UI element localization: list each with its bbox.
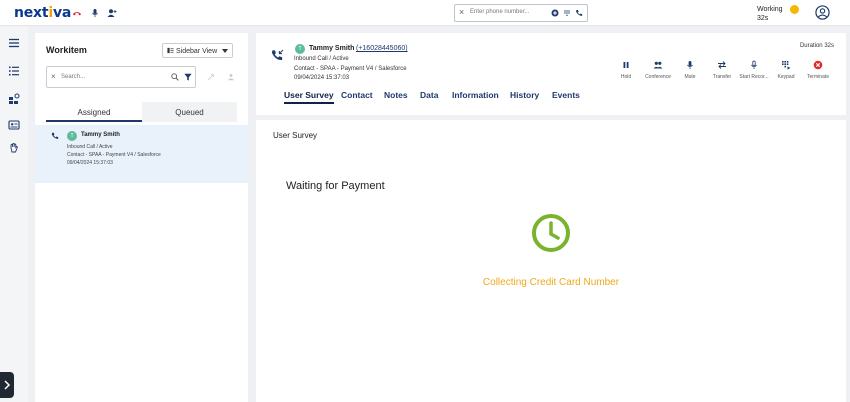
transfer-button[interactable]: Transfer	[705, 60, 739, 80]
tab-contact[interactable]: Contact	[341, 90, 373, 100]
transfer-label: Transfer	[712, 74, 732, 80]
tab-user-survey[interactable]: User Survey	[284, 90, 334, 104]
agent-status[interactable]: Working 32s	[757, 5, 783, 23]
inbound-call-icon	[271, 49, 284, 61]
workitem-list-item[interactable]: T Tammy Smith Inbound Call / Active Cont…	[35, 125, 248, 183]
user-survey-panel: User Survey Waiting for Payment Collecti…	[256, 120, 846, 402]
chevron-down-icon	[222, 49, 228, 53]
mute-button[interactable]: Mute	[673, 60, 707, 80]
tab-queued[interactable]: Queued	[142, 102, 237, 122]
conference-label: Conference	[645, 74, 671, 80]
microphone-icon[interactable]	[90, 8, 100, 18]
view-select[interactable]: Sidebar View	[162, 43, 233, 58]
workitem-search-input[interactable]: × Search...	[46, 66, 196, 88]
user-profile-icon[interactable]	[815, 5, 830, 20]
keypad-label: Keypad	[777, 74, 795, 80]
clock-icon	[532, 214, 570, 252]
status-label: Working	[757, 6, 783, 13]
microphone-icon	[687, 61, 693, 69]
clear-search-icon[interactable]: ×	[51, 72, 56, 81]
transfer-icon	[718, 61, 726, 69]
menu-icon[interactable]	[8, 37, 20, 49]
nextiva-logo[interactable]: nextiva	[14, 5, 71, 21]
call-status: Inbound Call / Active	[294, 56, 349, 62]
record-icon	[751, 60, 757, 69]
add-circle-icon[interactable]	[551, 9, 559, 17]
hand-icon[interactable]	[8, 142, 20, 154]
contact-card-icon[interactable]	[8, 119, 20, 131]
tab-assigned[interactable]: Assigned	[46, 102, 142, 122]
pick-up-icon[interactable]	[207, 73, 215, 81]
avatar: T	[67, 131, 77, 141]
list-icon[interactable]	[8, 65, 20, 77]
caller-phone-link[interactable]: (+16028445060)	[356, 45, 408, 52]
status-timer: 32s	[757, 15, 769, 22]
terminate-button[interactable]: Terminate	[801, 60, 835, 80]
survey-title: User Survey	[273, 131, 318, 140]
waiting-message: Waiting for Payment	[286, 180, 385, 192]
avatar: T	[295, 44, 305, 54]
keypad-button[interactable]: Keypad	[769, 60, 803, 80]
caller-name: Tammy Smith	[81, 132, 120, 138]
dialpad-icon[interactable]	[563, 9, 571, 17]
keypad-icon	[782, 61, 791, 70]
start-recording-button[interactable]: Start Recor...	[737, 60, 771, 80]
expand-rail-button[interactable]	[0, 372, 14, 398]
call-duration: Duration 32s	[799, 43, 834, 49]
hold-button[interactable]: Hold	[609, 60, 643, 80]
clear-icon[interactable]: ×	[459, 7, 464, 17]
tab-data[interactable]: Data	[420, 90, 438, 100]
campaign-info: Contact - SPAA - Payment V4 / Salesforce	[294, 66, 407, 72]
campaign-info: Contact - SPAA - Payment V4 / Salesforce	[67, 152, 161, 158]
view-select-value: Sidebar View	[176, 48, 218, 55]
tab-events[interactable]: Events	[552, 90, 580, 100]
add-user-icon[interactable]	[107, 8, 117, 18]
call-timestamp: 09/04/2024 15:37:03	[67, 160, 113, 166]
workitem-tabs: Assigned Queued	[46, 102, 237, 122]
team-icon[interactable]	[227, 73, 235, 81]
terminate-label: Terminate	[807, 74, 829, 80]
tab-notes[interactable]: Notes	[384, 90, 408, 100]
call-header: T Tammy Smith (+16028445060) Inbound Cal…	[256, 33, 846, 115]
terminate-icon	[813, 60, 823, 70]
pause-icon	[623, 62, 629, 68]
workitem-panel: Workitem Sidebar View × Search... Assign…	[35, 33, 248, 402]
filter-icon[interactable]	[184, 73, 192, 81]
sidebar-view-icon	[167, 47, 174, 54]
search-placeholder: Search...	[61, 74, 86, 80]
phone-number-placeholder: Enter phone number...	[470, 9, 530, 15]
search-icon[interactable]	[171, 73, 179, 81]
tab-history[interactable]: History	[510, 90, 539, 100]
caller-name: Tammy Smith	[309, 45, 355, 52]
left-rail	[0, 27, 28, 402]
mute-label: Mute	[684, 74, 696, 80]
call-timestamp: 09/04/2024 15:37:03	[294, 75, 350, 81]
dashboard-icon[interactable]	[8, 93, 20, 105]
workitem-title: Workitem	[46, 45, 87, 55]
collecting-status: Collecting Credit Card Number	[482, 277, 620, 288]
main-panel: T Tammy Smith (+16028445060) Inbound Cal…	[256, 33, 846, 402]
start-recording-label: Start Recor...	[739, 74, 769, 80]
conference-button[interactable]: Conference	[641, 60, 675, 80]
dial-phone-icon[interactable]	[575, 9, 583, 17]
inbound-call-icon	[51, 132, 59, 139]
call-status: Inbound Call / Active	[67, 144, 113, 150]
top-bar: nextiva × Enter phone number... Working	[0, 0, 850, 26]
conference-icon	[653, 61, 663, 69]
hold-label: Hold	[620, 74, 632, 80]
phone-number-field[interactable]: × Enter phone number...	[454, 4, 588, 22]
status-indicator	[790, 5, 799, 14]
hangup-icon[interactable]	[72, 8, 82, 18]
chevron-right-icon	[4, 380, 11, 390]
tab-information[interactable]: Information	[452, 90, 499, 100]
